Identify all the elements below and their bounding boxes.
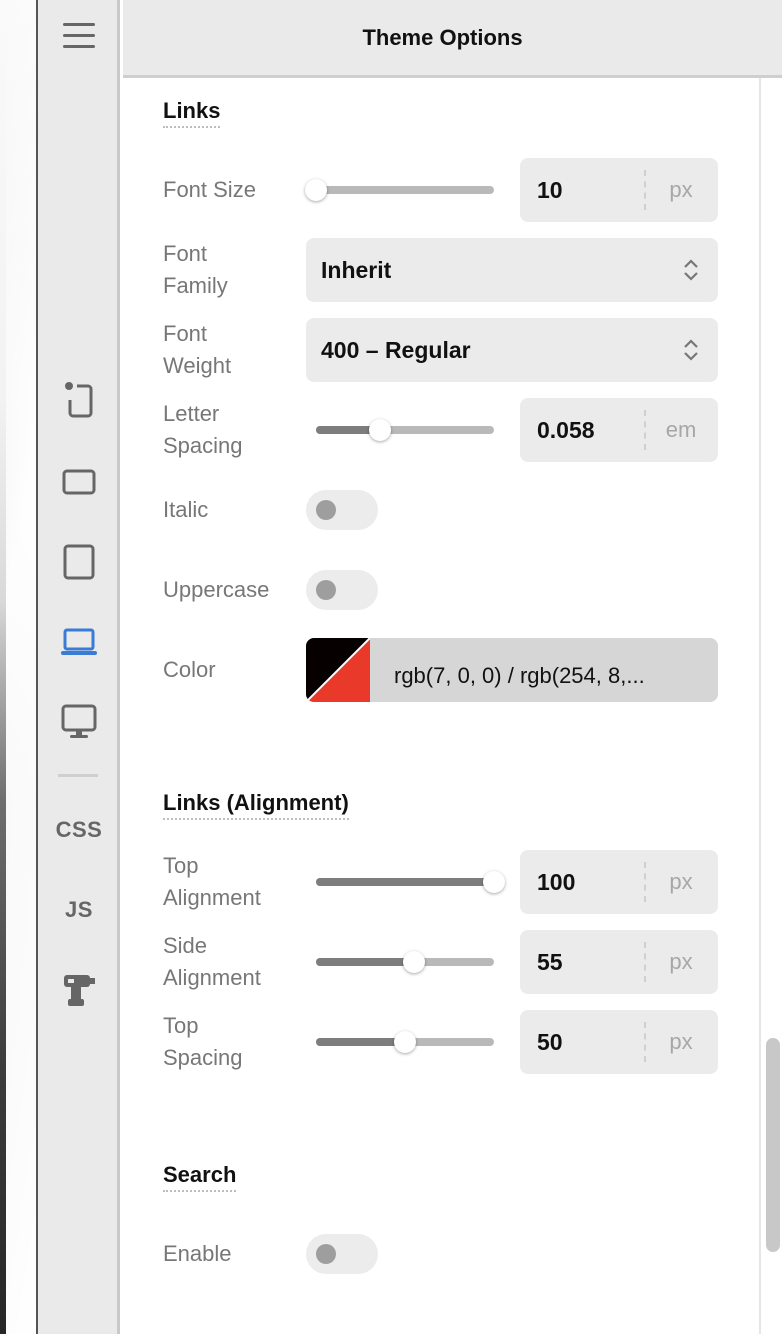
- font-weight-value: 400 – Regular: [321, 337, 471, 363]
- italic-label: Italic: [163, 497, 209, 522]
- letter-spacing-label: Letter Spacing: [163, 401, 243, 458]
- side-alignment-label: Side Alignment: [163, 933, 261, 990]
- uppercase-toggle[interactable]: [306, 570, 378, 610]
- font-weight-select[interactable]: 400 – Regular: [306, 318, 718, 382]
- side-alignment-input[interactable]: 55 px: [520, 930, 718, 994]
- drill-icon[interactable]: [38, 962, 120, 1018]
- font-family-select[interactable]: Inherit: [306, 238, 718, 302]
- font-size-value[interactable]: 10: [537, 158, 563, 222]
- top-spacing-value[interactable]: 50: [537, 1010, 563, 1074]
- css-label: CSS: [55, 817, 103, 842]
- rail-divider: [58, 774, 98, 777]
- desktop-icon[interactable]: [38, 694, 120, 750]
- laptop-icon[interactable]: [38, 614, 120, 670]
- slider-handle[interactable]: [369, 419, 391, 441]
- italic-toggle[interactable]: [306, 490, 378, 530]
- js-label: JS: [65, 897, 93, 922]
- letter-spacing-value[interactable]: 0.058: [537, 398, 595, 462]
- slider-handle[interactable]: [305, 179, 327, 201]
- settings-panel: Links Font Size 10 px Font Family Inherit…: [123, 78, 759, 1334]
- font-family-label: Font Family: [163, 241, 228, 298]
- letter-spacing-slider[interactable]: [316, 419, 494, 441]
- font-size-label: Font Size: [163, 177, 256, 202]
- mobile-landscape-icon[interactable]: [38, 454, 120, 510]
- color-label: Color: [163, 657, 216, 682]
- chevron-updown-icon: [684, 339, 698, 361]
- top-spacing-input[interactable]: 50 px: [520, 1010, 718, 1074]
- slider-handle[interactable]: [394, 1031, 416, 1053]
- uppercase-label: Uppercase: [163, 577, 270, 602]
- color-swatch[interactable]: [306, 638, 370, 702]
- top-spacing-slider[interactable]: [316, 1031, 494, 1053]
- search-enable-toggle[interactable]: [306, 1234, 378, 1274]
- top-spacing-label: Top Spacing: [163, 1013, 243, 1070]
- hamburger-menu-icon[interactable]: [38, 8, 120, 64]
- mobile-portrait-icon[interactable]: [38, 372, 120, 428]
- section-title-links-alignment: Links (Alignment): [163, 790, 349, 820]
- font-family-value: Inherit: [321, 257, 392, 283]
- font-weight-label: Font Weight: [163, 321, 232, 378]
- color-value: rgb(7, 0, 0) / rgb(254, 8,...: [394, 663, 645, 688]
- page-title: Theme Options: [362, 24, 523, 50]
- top-alignment-value[interactable]: 100: [537, 850, 575, 914]
- js-button[interactable]: JS: [38, 882, 120, 938]
- font-size-unit: px: [669, 177, 693, 202]
- side-alignment-value[interactable]: 55: [537, 930, 563, 994]
- slider-handle[interactable]: [483, 871, 505, 893]
- top-alignment-input[interactable]: 100 px: [520, 850, 718, 914]
- top-alignment-unit: px: [669, 869, 693, 894]
- side-alignment-unit: px: [669, 949, 693, 974]
- side-alignment-slider[interactable]: [316, 951, 494, 973]
- font-size-input[interactable]: 10 px: [520, 158, 718, 222]
- section-title-links: Links: [163, 98, 221, 128]
- top-alignment-label: Top Alignment: [163, 853, 261, 910]
- color-picker[interactable]: rgb(7, 0, 0) / rgb(254, 8,...: [306, 638, 718, 702]
- css-button[interactable]: CSS: [38, 802, 120, 858]
- section-title-search: Search: [163, 1162, 237, 1192]
- panel-header: Theme Options: [123, 0, 782, 78]
- slider-handle[interactable]: [403, 951, 425, 973]
- scrollbar-thumb[interactable]: [766, 1038, 780, 1252]
- letter-spacing-unit: em: [665, 417, 697, 442]
- background-photo: [0, 0, 38, 1334]
- top-spacing-unit: px: [669, 1029, 693, 1054]
- search-enable-label: Enable: [163, 1241, 232, 1266]
- tablet-icon[interactable]: [38, 534, 120, 590]
- letter-spacing-input[interactable]: 0.058 em: [520, 398, 718, 462]
- icon-rail: CSS JS: [38, 0, 120, 1334]
- chevron-updown-icon: [684, 259, 698, 281]
- top-alignment-slider[interactable]: [316, 871, 505, 893]
- font-size-slider[interactable]: [305, 179, 494, 201]
